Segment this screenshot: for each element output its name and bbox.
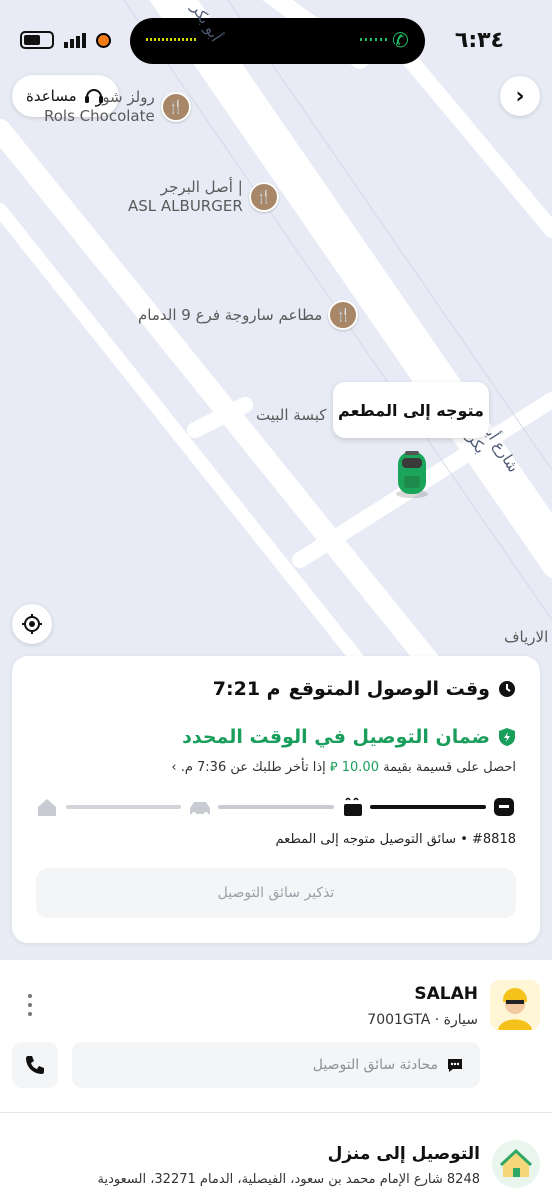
eta-row: 7:21 م وقت الوصول المتوقع [213,678,516,700]
guarantee-row[interactable]: ضمان التوصيل في الوقت المحدد [182,726,516,748]
car-icon [396,451,428,498]
driver-name: SALAH [414,984,478,1004]
chat-driver-input[interactable]: محادثة سائق التوصيل [72,1042,480,1088]
guarantee-amount: 10.00 [341,760,379,775]
progress-segment-2 [218,805,334,809]
call-wave-icon [360,38,390,41]
pot-step-icon [344,797,362,816]
chat-bubble-icon [448,1059,462,1072]
recording-dot-icon [96,32,111,48]
car-step-icon [190,802,210,816]
order-status-line: #8818 • سائق التوصيل متوجه إلى المطعم [275,832,516,847]
clock-icon [499,681,515,697]
plate-number: 7001GTA [367,1012,431,1028]
house-icon [499,1148,533,1177]
guarantee-details-link[interactable]: احصل على قسيمة بقيمة 10.00 ⃁ إذا تأخر طل… [171,758,516,775]
battery-icon [20,31,54,49]
eta-time: 7:21 م [212,678,281,700]
driver-vehicle: سيارة · 7001GTA [367,1012,478,1028]
progress-segment-3 [66,805,181,809]
crosshair-icon [22,614,42,634]
driver-section: SALAH سيارة · 7001GTA محادثة سائق التوصي… [0,960,552,1200]
progress-segment-1 [370,805,486,809]
more-options-button[interactable] [22,994,38,1016]
poi-name-en: ASL ALBURGER [128,197,243,215]
poi-rols-chocolate[interactable]: رولز شو Rols Chocolate 🍴 [44,88,191,126]
locate-me-button[interactable] [12,604,52,644]
driver-status-bubble: متوجه إلى المطعم [333,382,489,438]
status-bar: ✆ ٦:٣٤ [0,0,552,80]
call-driver-button[interactable] [12,1042,58,1088]
order-status-card: 7:21 م وقت الوصول المتوقع ضمان التوصيل ف… [12,656,540,943]
signal-icon [64,32,86,48]
audio-wave-icon [146,38,196,41]
riyal-icon: ⃁ [329,760,338,775]
map[interactable]: ✆ ٦:٣٤ مساعدة › رولز شو Rols Chocolate 🍴… [0,0,552,700]
map-label-kabsa: كبسة البيت [256,406,327,424]
home-destination-icon [492,1140,540,1188]
more-dot [28,994,32,998]
dynamic-island: ✆ [130,18,425,64]
vehicle-type: سيارة [443,1012,478,1028]
status-icons [20,30,111,50]
poi-name-ar: مطاعم ساروجة فرع 9 الدمام [138,306,323,324]
phone-call-icon: ✆ [392,28,409,52]
more-dot [28,1012,32,1016]
receipt-step-icon [494,798,514,816]
separator-dot: · [430,1012,440,1028]
restaurant-icon: 🍴 [248,182,279,212]
poi-asl-alburger[interactable]: أصل البرجر | ASL ALBURGER 🍴 [128,178,279,216]
home-step-icon [38,799,56,816]
guarantee-pre: احصل على قسيمة بقيمة [383,760,516,775]
back-button[interactable]: › [500,76,540,116]
eta-label: وقت الوصول المتوقع [288,678,490,700]
section-divider [0,1112,552,1113]
order-progress [38,797,514,816]
restaurant-icon: 🍴 [328,300,359,330]
destination-title: التوصيل إلى منزل [327,1144,480,1164]
poi-name-ar: أصل البرجر | [160,178,243,196]
clock: ٦:٣٤ [454,28,504,53]
chat-placeholder: محادثة سائق التوصيل [312,1057,438,1073]
poi-name-ar: رولز شو [102,88,155,106]
poi-name-en: Rols Chocolate [44,107,155,125]
chevron-right-icon: › [515,83,525,109]
destination-address: 8248 شارع الإمام محمد بن سعود، الفيصلية،… [97,1172,480,1187]
more-dot [28,1003,32,1007]
phone-icon [26,1056,44,1074]
restaurant-icon: 🍴 [160,92,191,122]
guarantee-post: إذا تأخر طلبك عن 7:36 م. › [171,760,326,775]
driver-avatar[interactable] [490,980,540,1030]
guarantee-title: ضمان التوصيل في الوقت المحدد [182,726,490,748]
courier-avatar-icon [490,980,540,1030]
remind-driver-button[interactable]: تذكير سائق التوصيل [36,868,516,918]
map-label-aryaf: الارياف [504,628,549,646]
poi-sarooja[interactable]: مطاعم ساروجة فرع 9 الدمام 🍴 [138,300,359,330]
shield-icon [499,728,515,746]
